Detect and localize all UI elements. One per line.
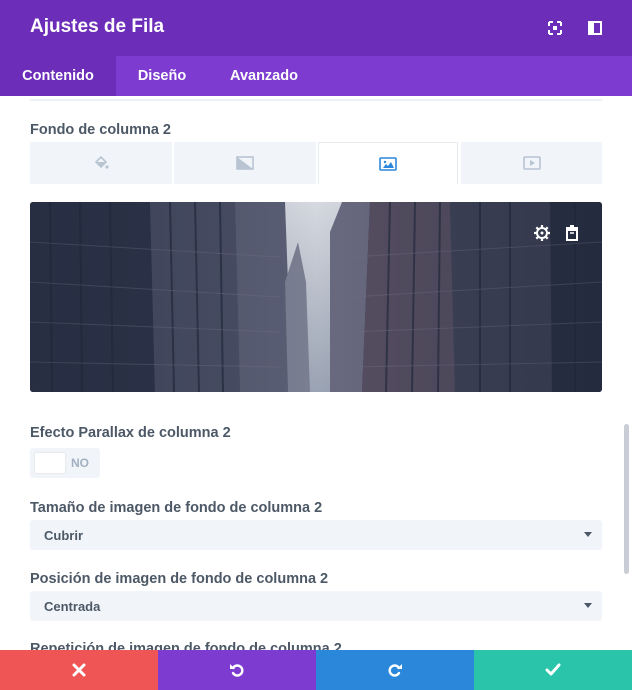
chevron-down-icon — [584, 532, 592, 537]
scrollbar[interactable] — [624, 424, 629, 574]
background-color-tab[interactable] — [30, 142, 172, 184]
image-repeat-label: Repetición de imagen de fondo de columna… — [30, 641, 342, 650]
image-icon — [379, 156, 397, 171]
sidebar-icon[interactable] — [586, 19, 604, 37]
cancel-button[interactable] — [0, 650, 158, 690]
divider — [30, 99, 602, 101]
image-position-value: Centrada — [44, 599, 101, 614]
background-label: Fondo de columna 2 — [30, 122, 171, 138]
background-image-tab[interactable] — [318, 142, 458, 184]
undo-button[interactable] — [158, 650, 316, 690]
parallax-toggle[interactable]: NO — [30, 448, 100, 478]
background-gradient-tab[interactable] — [174, 142, 316, 184]
chevron-down-icon — [584, 603, 592, 608]
parallax-label: Efecto Parallax de columna 2 — [30, 425, 231, 441]
toggle-knob — [35, 453, 65, 473]
modal-footer — [0, 650, 632, 690]
fullscreen-icon[interactable] — [546, 19, 564, 37]
modal-title: Ajustes de Fila — [30, 16, 165, 37]
check-icon — [545, 663, 561, 676]
image-position-select[interactable]: Centrada — [30, 591, 602, 621]
tab-diseno[interactable]: Diseño — [116, 56, 208, 96]
close-icon — [72, 663, 86, 677]
toggle-text: NO — [71, 456, 89, 470]
gradient-icon — [236, 156, 254, 170]
paint-bucket-icon — [94, 155, 109, 169]
settings-icon[interactable] — [533, 224, 551, 242]
image-size-value: Cubrir — [44, 528, 83, 543]
image-size-select[interactable]: Cubrir — [30, 520, 602, 550]
image-size-label: Tamaño de imagen de fondo de columna 2 — [30, 500, 323, 516]
trash-icon[interactable] — [563, 224, 581, 242]
modal-header: Ajustes de Fila — [0, 0, 632, 56]
undo-icon — [230, 664, 244, 677]
save-button[interactable] — [474, 650, 632, 690]
redo-button[interactable] — [316, 650, 474, 690]
city-buildings-image — [30, 202, 602, 392]
background-type-tabs — [30, 142, 602, 184]
image-position-label: Posición de imagen de fondo de columna 2 — [30, 571, 329, 587]
tab-contenido[interactable]: Contenido — [0, 56, 116, 96]
background-image-preview[interactable] — [30, 202, 602, 392]
tab-avanzado[interactable]: Avanzado — [208, 56, 320, 96]
video-icon — [522, 156, 541, 170]
settings-content: Fondo de columna 2 Efecto Parallax de co… — [0, 96, 632, 650]
settings-tabs: Contenido Diseño Avanzado — [0, 56, 632, 96]
background-video-tab[interactable] — [461, 142, 602, 184]
redo-icon — [388, 664, 402, 677]
